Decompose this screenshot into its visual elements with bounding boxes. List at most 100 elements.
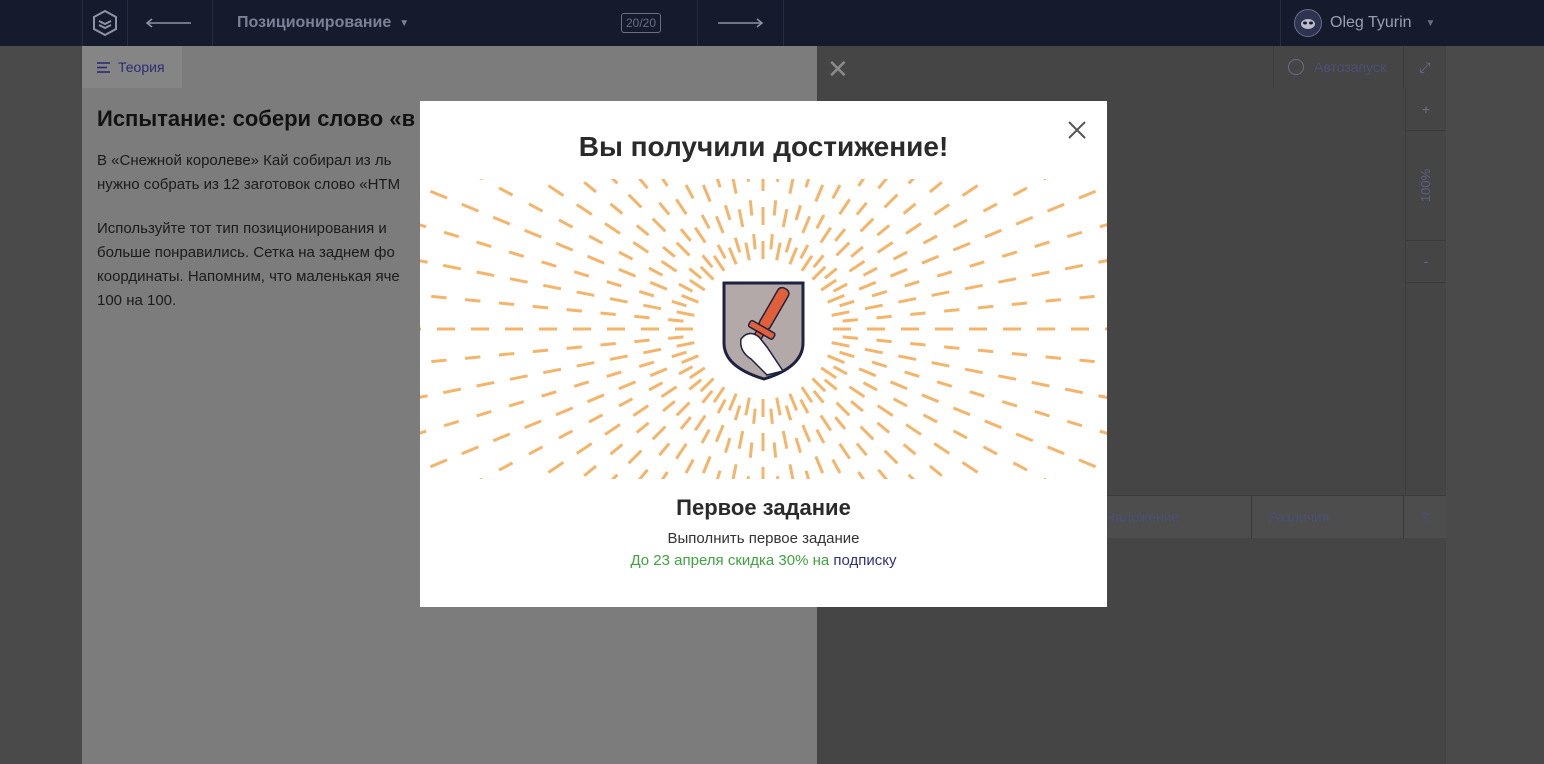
tab-theory[interactable]: Теория [82,46,182,88]
sunburst-ray [420,223,427,229]
logo-button[interactable] [82,0,128,46]
close-preview-icon[interactable]: ✕ [827,54,849,85]
sunburst-ray [701,389,714,404]
sunburst-ray [508,400,525,408]
sunburst-ray [429,189,448,200]
sunburst-ray [961,184,979,197]
sunburst-ray [1064,263,1084,271]
sunburst-ray [827,293,845,304]
sunburst-ray [635,224,650,237]
subscription-link[interactable]: подписку [833,552,896,569]
sunburst-ray [476,240,492,248]
prev-step-button[interactable] [126,0,213,46]
sunburst-ray [660,471,669,479]
sunburst-ray [834,416,847,430]
sunburst-ray [876,241,894,254]
course-selector[interactable]: Позиционирование ▼ 20/20 [212,0,698,46]
sunburst-ray [643,303,662,311]
sunburst-ray [799,398,810,414]
sunburst-ray [752,408,757,424]
sunburst-ray [684,184,695,200]
raccoon-icon [1301,19,1315,29]
sunburst-ray [776,476,780,479]
sunburst-ray [834,228,847,242]
sunburst-ray [648,381,664,392]
sunburst-ray [638,290,655,298]
sunburst-ray [573,380,590,388]
sunburst-ray [910,342,926,347]
sunburst-ray [746,179,750,182]
promo-text: До 23 апреля скидка 30% на подписку [420,552,1107,569]
sunburst-ray [799,244,810,260]
sunburst-ray [823,378,838,391]
sunburst-ray [588,413,604,424]
theory-heading: Испытание: собери слово «в [97,106,416,131]
sunburst-ray [476,380,495,388]
sunburst-ray [610,473,619,479]
sunburst-ray [977,304,994,310]
sunburst-ray [1011,352,1028,357]
tab-diff[interactable]: Различия [1251,496,1403,538]
arrow-right-icon [718,18,764,28]
sunburst-ray [668,335,684,340]
achievement-title: Первое задание [676,495,851,520]
course-title: Позиционирование [237,14,392,31]
sunburst-ray [543,283,562,291]
zoom-in-button[interactable]: + [1406,88,1446,131]
sunburst-ray [929,181,943,194]
sunburst-ray [727,393,738,411]
sunburst-ray [429,458,448,469]
sunburst-ray [859,425,875,441]
sunburst-ray [788,393,799,411]
user-menu[interactable]: Oleg Tyurin ▼ [1280,0,1447,46]
sunburst-ray [877,179,889,190]
sunburst-ray [775,242,782,261]
sunburst-ray [850,245,864,258]
sunburst-ray [1046,445,1065,456]
sunburst-ray [814,184,825,203]
sunburst-ray [835,401,851,417]
sunburst-ray [922,234,938,245]
sunburst-ray [772,200,778,216]
sunburst-ray [748,200,754,216]
sunburst-ray [1066,419,1083,428]
user-name: Oleg Tyurin [1330,14,1412,31]
sunburst-ray [604,222,621,235]
sunburst-ray [952,218,968,229]
sunburst-ray [839,299,855,308]
sunburst-ray [832,365,848,376]
sunburst-ray [1015,432,1034,443]
sunburst-ray [775,397,782,416]
sunburst-ray [902,443,917,456]
zoom-level: 100% [1406,130,1446,241]
sunburst-ray [922,413,938,424]
sunburst-ray [952,406,971,417]
sunburst-ray [1098,259,1107,264]
sunburst-ray [801,424,812,443]
sunburst-ray [699,377,715,393]
expand-icon[interactable]: ⤢ [1403,46,1446,88]
sunburst-ray [681,354,699,365]
sunburst-ray [604,423,621,436]
sunburst-ray [688,366,706,380]
zoom-out-button[interactable]: - [1406,240,1446,283]
achievement-description: Выполнить первое задание [667,530,860,547]
sunburst-ray [1098,394,1107,399]
sunburst-ray [651,425,667,441]
sunburst-ray [982,445,998,456]
sunburst-ray [627,449,643,465]
sunburst-ray [676,341,695,348]
sunburst-ray [1031,270,1050,278]
sunburst-ray [839,350,855,359]
next-step-button[interactable] [697,0,784,46]
sunburst-ray [823,267,838,280]
help-button[interactable]: ? [1403,496,1446,538]
tab-overlay[interactable]: Наложение [1087,496,1251,538]
sunburst-ray [819,414,833,432]
autorun-button[interactable]: Автозапуск [1273,46,1404,88]
sunburst-ray [716,244,727,260]
sunburst-ray [889,267,908,278]
top-bar: Позиционирование ▼ 20/20 Oleg Tyurin ▼ [0,0,1544,46]
sunburst-ray [907,179,916,185]
sunburst-ray [733,405,742,421]
